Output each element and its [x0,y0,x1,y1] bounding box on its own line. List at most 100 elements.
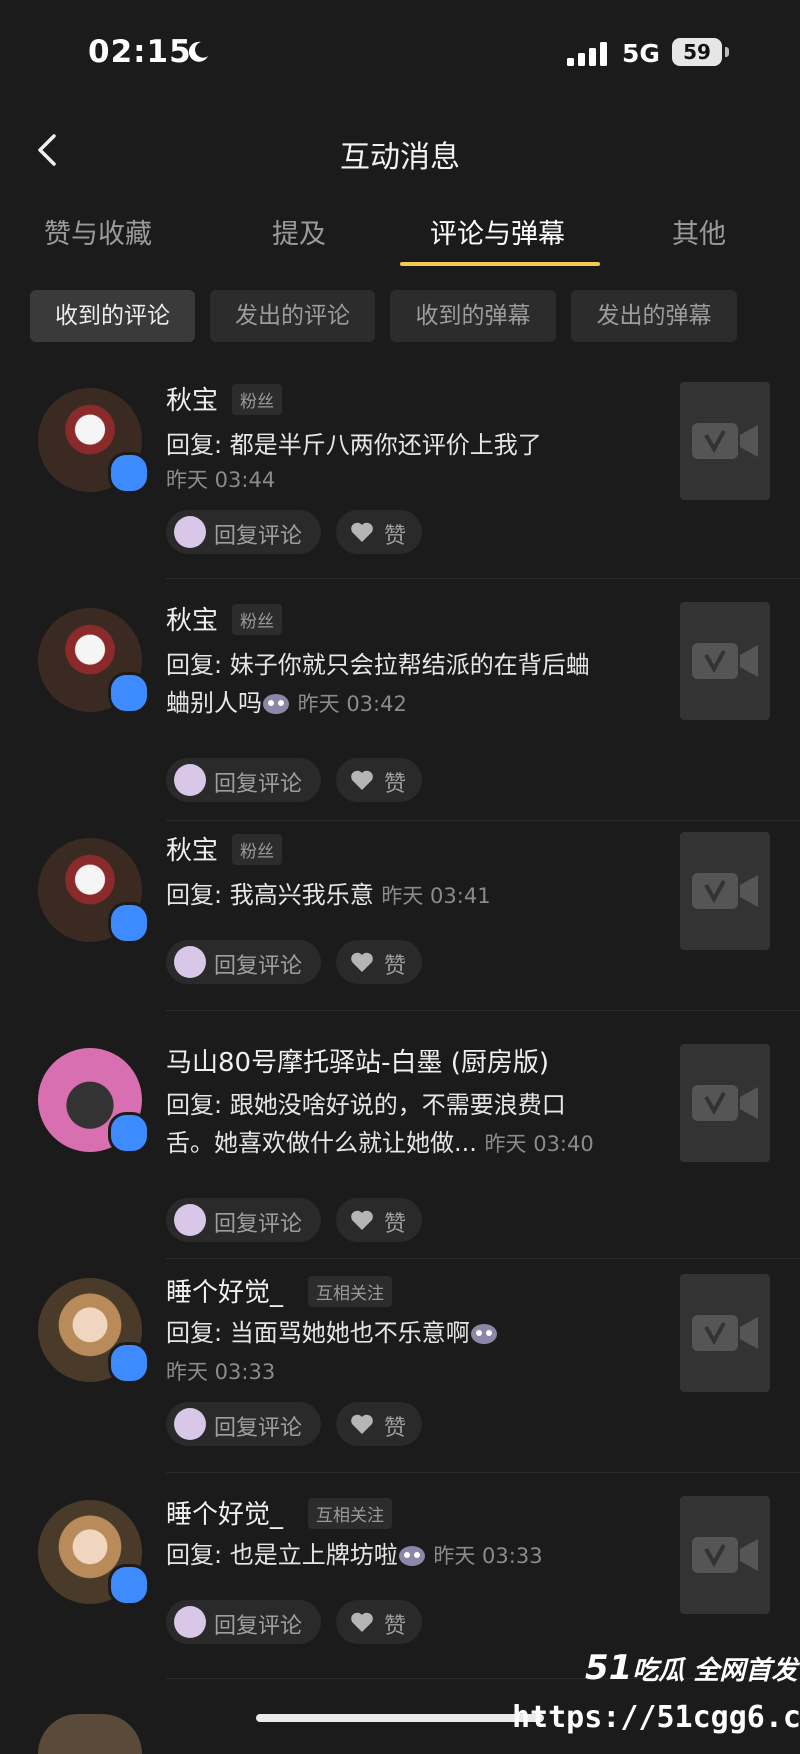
video-thumbnail[interactable] [680,832,770,950]
message-badge-icon [108,672,150,714]
divider [166,1472,800,1473]
emoji-icon [398,1546,425,1566]
user-mini-avatar [174,946,206,978]
watermark-logo: 51吃瓜 全网首发 [585,1648,797,1688]
video-thumbnail[interactable] [680,1044,770,1162]
reply-comment-button[interactable]: 回复评论 [166,1402,321,1446]
filter-chips: 收到的评论 发出的评论 收到的弹幕 发出的弹幕 [0,290,800,344]
reply-comment-button[interactable]: 回复评论 [166,1198,321,1242]
divider [166,1010,800,1011]
filter-received-danmaku[interactable]: 收到的弹幕 [390,290,556,342]
like-button[interactable]: 赞 [336,940,422,984]
relation-tag: 粉丝 [232,384,282,415]
signal-icon [567,42,607,66]
comment-time: 昨天 03:44 [166,468,276,492]
network-type: 5G [622,39,660,68]
tab-other[interactable]: 其他 [672,212,726,251]
watermark-logo-number: 51 [585,1648,633,1688]
video-thumbnail[interactable] [680,1274,770,1392]
reply-comment-button[interactable]: 回复评论 [166,510,321,554]
comment-text[interactable]: 回复: 都是半斤八两你还评价上我了 [166,426,656,464]
like-label: 赞 [384,954,407,979]
heart-icon [351,1414,373,1434]
like-button[interactable]: 赞 [336,1198,422,1242]
user-mini-avatar [174,764,206,796]
comment-text[interactable]: 回复: 妹子你就只会拉帮结派的在背后蛐 蛐别人吗 昨天 03:42 [166,646,656,723]
reply-label: 回复评论 [214,1212,303,1237]
reply-comment-button[interactable]: 回复评论 [166,1600,321,1644]
comment-time: 昨天 03:33 [433,1544,543,1568]
tab-likes-favorites[interactable]: 赞与收藏 [44,212,152,251]
reply-comment-button[interactable]: 回复评论 [166,940,321,984]
username[interactable]: 马山80号摩托驿站-白墨 (厨房版) [166,1042,549,1079]
username[interactable]: 秋宝 [166,600,218,637]
message-badge-icon [108,1564,150,1606]
comment-text[interactable]: 回复: 也是立上牌坊啦 昨天 03:33 [166,1536,656,1575]
heart-icon [351,1210,373,1230]
tab-comments-danmaku[interactable]: 评论与弹幕 [430,212,565,251]
comment-line: 回复: 我高兴我乐意 [166,881,374,909]
video-camera-icon [692,643,758,679]
battery-tip [725,47,729,57]
video-camera-icon [692,873,758,909]
like-button[interactable]: 赞 [336,1402,422,1446]
avatar[interactable] [38,1714,142,1754]
filter-received-comments[interactable]: 收到的评论 [30,290,195,342]
heart-icon [351,952,373,972]
comment-text[interactable]: 回复: 我高兴我乐意 昨天 03:41 [166,876,656,915]
comment-line-with-time: 舌。她喜欢做什么就让她做... 昨天 03:40 [166,1124,656,1163]
nav-bar: 互动消息 [0,110,800,190]
comment-time: 昨天 03:40 [484,1132,594,1156]
comment-time: 昨天 03:42 [297,692,407,716]
like-label: 赞 [384,772,407,797]
status-bar: 02:15 5G 59 [0,0,800,110]
reply-comment-button[interactable]: 回复评论 [166,758,321,802]
heart-icon [351,1612,373,1632]
user-mini-avatar [174,1606,206,1638]
username[interactable]: 睡个好觉_ [166,1272,283,1309]
watermark-url: https://51cgg6.com [512,1700,800,1735]
comment-line: 舌。她喜欢做什么就让她做... [166,1129,477,1157]
comment-text[interactable]: 回复: 跟她没啥好说的，不需要浪费口 舌。她喜欢做什么就让她做... 昨天 03… [166,1086,656,1163]
video-camera-icon [692,1315,758,1351]
like-button[interactable]: 赞 [336,510,422,554]
filter-sent-comments[interactable]: 发出的评论 [210,290,375,342]
username[interactable]: 秋宝 [166,830,218,867]
message-badge-icon [108,452,150,494]
battery-indicator: 59 [672,38,722,66]
divider [166,578,800,579]
video-thumbnail[interactable] [680,1496,770,1614]
relation-tag: 互相关注 [308,1276,392,1307]
username[interactable]: 睡个好觉_ [166,1494,283,1531]
comment-line: 回复: 也是立上牌坊啦 [166,1541,398,1569]
like-label: 赞 [384,524,407,549]
username[interactable]: 秋宝 [166,380,218,417]
active-tab-indicator [400,262,600,266]
video-camera-icon [692,1537,758,1573]
filter-sent-danmaku[interactable]: 发出的弹幕 [571,290,737,342]
video-thumbnail[interactable] [680,602,770,720]
video-thumbnail[interactable] [680,382,770,500]
video-camera-icon [692,423,758,459]
comment-line: 回复: 妹子你就只会拉帮结派的在背后蛐 [166,651,590,679]
comment-text[interactable]: 回复: 当面骂她她也不乐意啊 [166,1314,656,1352]
user-mini-avatar [174,516,206,548]
like-label: 赞 [384,1212,407,1237]
watermark-logo-text: 吃瓜 全网首发 [632,1656,798,1686]
relation-tag: 粉丝 [232,834,282,865]
reply-label: 回复评论 [214,772,303,797]
heart-icon [351,770,373,790]
moon-icon [188,41,208,62]
message-badge-icon [108,902,150,944]
tab-mentions[interactable]: 提及 [272,212,326,251]
user-mini-avatar [174,1204,206,1236]
like-button[interactable]: 赞 [336,1600,422,1644]
home-indicator[interactable] [256,1714,544,1722]
comment-line: 回复: 跟她没啥好说的，不需要浪费口 [166,1091,566,1119]
reply-label: 回复评论 [214,954,303,979]
like-button[interactable]: 赞 [336,758,422,802]
like-label: 赞 [384,1614,407,1639]
comment-time: 昨天 03:41 [381,884,491,908]
relation-tag: 互相关注 [308,1498,392,1529]
comment-time: 昨天 03:33 [166,1360,276,1384]
